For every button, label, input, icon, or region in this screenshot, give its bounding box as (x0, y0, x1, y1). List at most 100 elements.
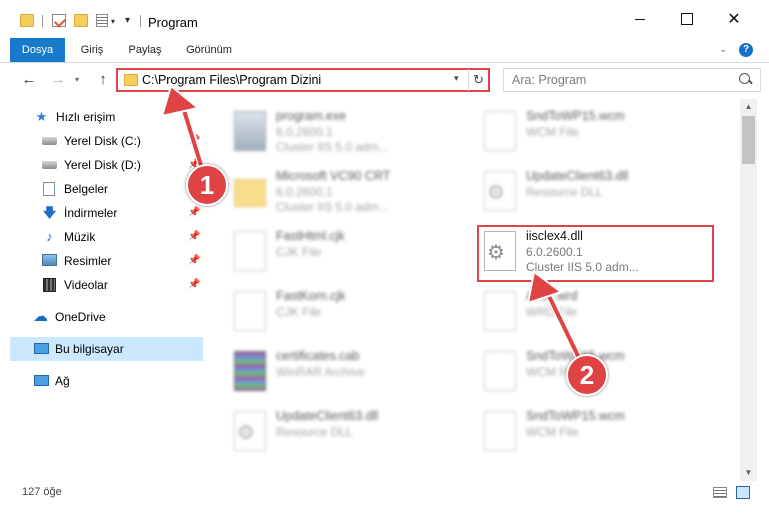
file-item[interactable]: certificates.cab WinRAR Archive (230, 345, 480, 405)
file-item[interactable]: UpdateClient63.dll Resource DLL (480, 165, 730, 225)
help-icon[interactable]: ? (739, 43, 753, 57)
file-description: Cluster IIS 5.0 adm... (276, 200, 389, 214)
pin-icon[interactable]: 📌 (188, 135, 200, 146)
scroll-thumb[interactable] (742, 116, 755, 164)
file-name: FastHtml.cjk (276, 229, 345, 243)
scroll-up-icon[interactable]: ▲ (740, 99, 757, 115)
back-button[interactable]: ← (19, 70, 39, 90)
file-item[interactable]: SndToWP15.wcm WCM File (480, 105, 730, 165)
file-type: WRD File (526, 305, 578, 319)
vertical-scrollbar[interactable]: ▲ ▼ (740, 99, 757, 481)
file-name: UpdateClient63.dll (276, 409, 379, 423)
sidebar-item-label: Ağ (55, 374, 70, 388)
pin-icon[interactable]: 📌 (188, 207, 200, 218)
window-title: Program (148, 15, 198, 30)
file-type: WinRAR Archive (276, 365, 365, 379)
sidebar-item-pictures[interactable]: Resimler 📌 (0, 249, 208, 273)
close-button[interactable]: ✕ (711, 0, 757, 38)
file-item[interactable]: Microsoft VC90 CRT 6.0.2600.1 Cluster II… (230, 165, 480, 225)
sidebar-item-quick-access[interactable]: ★ Hızlı erişim (0, 105, 208, 129)
tab-share[interactable]: Paylaş (120, 38, 170, 62)
file-item[interactable]: Actxt.wrd WRD File (480, 285, 730, 345)
pin-icon[interactable]: 📌 (188, 231, 200, 242)
file-name: Actxt.wrd (526, 289, 578, 303)
maximize-button[interactable] (664, 0, 710, 38)
forward-button[interactable]: → (48, 70, 68, 90)
search-placeholder: Ara: Program (512, 73, 587, 87)
separator (42, 15, 43, 27)
item-count: 127 öğe (22, 486, 62, 498)
properties-icon[interactable] (52, 14, 66, 27)
sidebar-item-disk-c[interactable]: Yerel Disk (C:) 📌 (0, 129, 208, 153)
sidebar-item-label: Yerel Disk (C:) (64, 134, 141, 148)
file-version: 6.0.2600.1 (276, 125, 333, 139)
blank-file-icon (484, 351, 516, 391)
title-bar: ▾ ▾ Program ✕ (0, 0, 769, 38)
up-button[interactable]: ↑ (93, 70, 113, 90)
refresh-button[interactable]: ↻ (468, 69, 488, 91)
file-name: program.exe (276, 109, 347, 123)
step-badge-1: 1 (186, 164, 228, 206)
recent-locations-icon[interactable]: ▾ (75, 75, 79, 84)
file-type: WCM File (526, 125, 579, 139)
address-path[interactable]: C:\Program Files\Program Dizini (142, 73, 321, 87)
file-item[interactable]: FastKorn.cjk CJK File (230, 285, 480, 345)
navigation-pane: ★ Hızlı erişim Yerel Disk (C:) 📌 Yerel D… (0, 99, 208, 481)
file-item[interactable]: SndToWP15.wcm WCM File (480, 405, 730, 465)
pin-icon[interactable]: 📌 (188, 255, 200, 266)
blank-file-icon (234, 231, 266, 271)
chevron-down-icon[interactable]: ▾ (454, 73, 459, 84)
pictures-icon (42, 254, 57, 266)
navigation-bar: ← → ▾ ↑ C:\Program Files\Program Dizini … (0, 64, 769, 98)
sidebar-item-label: Yerel Disk (D:) (64, 158, 141, 172)
sidebar-item-music[interactable]: ♪ Müzik 📌 (0, 225, 208, 249)
search-icon[interactable] (736, 72, 756, 88)
sidebar-item-network[interactable]: Ağ (0, 369, 208, 393)
sidebar-item-documents[interactable]: Belgeler 📌 (0, 177, 208, 201)
search-input[interactable]: Ara: Program (503, 68, 761, 92)
video-icon (43, 278, 56, 292)
sidebar-item-label: Belgeler (64, 182, 109, 196)
file-type: Resource DLL (526, 185, 603, 199)
sidebar-item-downloads[interactable]: 🡇 İndirmeler 📌 (0, 201, 208, 225)
disk-icon (42, 137, 57, 145)
sidebar-item-disk-d[interactable]: Yerel Disk (D:) 📌 (0, 153, 208, 177)
address-bar[interactable]: C:\Program Files\Program Dizini ▾ ↻ (116, 68, 490, 92)
sidebar-item-onedrive[interactable]: ☁ OneDrive (0, 305, 208, 329)
file-item[interactable]: FastHtml.cjk CJK File (230, 225, 480, 285)
details-view-icon[interactable] (713, 487, 727, 498)
tab-file[interactable]: Dosya (10, 38, 65, 62)
file-name: SndToWP15.wcm (526, 109, 625, 123)
file-type: CJK File (276, 245, 322, 259)
blank-file-icon (234, 291, 266, 331)
large-icons-view-icon[interactable] (736, 486, 750, 499)
dll-file-icon (234, 411, 266, 451)
sidebar-item-this-pc[interactable]: Bu bilgisayar (10, 337, 203, 361)
chevron-down-icon[interactable]: ▾ (111, 17, 115, 26)
file-item[interactable]: UpdateClient63.dll Resource DLL (230, 405, 480, 465)
file-name: SndToWP15.wcm (526, 409, 625, 423)
file-version: 6.0.2600.1 (276, 185, 333, 199)
tab-view[interactable]: Görünüm (178, 38, 240, 62)
sidebar-item-label: Videolar (64, 278, 108, 292)
sidebar-item-label: Müzik (64, 230, 96, 244)
new-folder-icon[interactable] (74, 14, 88, 27)
computer-icon (34, 343, 49, 354)
minimize-button[interactable] (617, 0, 663, 38)
sidebar-item-videos[interactable]: Videolar 📌 (0, 273, 208, 297)
cloud-icon: ☁ (33, 308, 48, 325)
customize-qat-icon[interactable]: ▾ (125, 15, 130, 26)
file-name: UpdateClient63.dll (526, 169, 629, 183)
tab-home[interactable]: Giriş (70, 38, 114, 62)
file-item[interactable]: program.exe 6.0.2600.1 Cluster IIS 5.0 a… (230, 105, 480, 165)
blank-file-icon (484, 291, 516, 331)
dll-file-icon (484, 171, 516, 211)
star-icon: ★ (35, 109, 48, 124)
music-icon: ♪ (46, 229, 53, 244)
expand-ribbon-icon[interactable]: ⌄ (719, 44, 727, 55)
pin-icon[interactable]: 📌 (188, 279, 200, 290)
exe-file-icon (234, 111, 266, 151)
view-icon[interactable] (96, 14, 108, 27)
sidebar-item-label: Bu bilgisayar (55, 342, 124, 356)
scroll-down-icon[interactable]: ▼ (740, 465, 757, 481)
